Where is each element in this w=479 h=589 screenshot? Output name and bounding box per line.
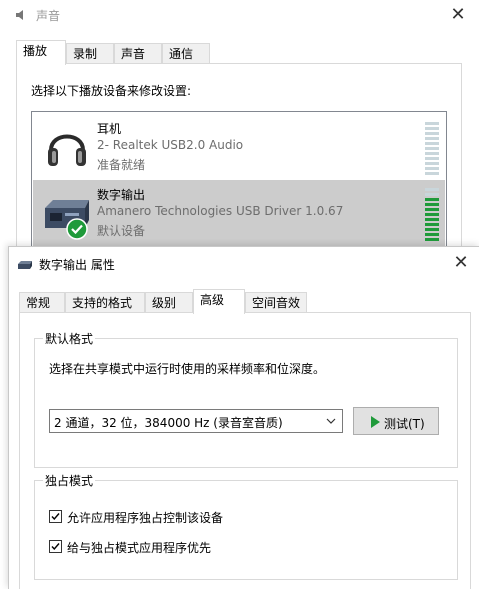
advanced-panel: 默认格式 选择在共享模式中运行时使用的采样频率和位深度。 2 通道，32 位，3… (19, 312, 471, 589)
device-item-digital-output[interactable]: 数字输出 Amanero Technologies USB Driver 1.0… (33, 180, 445, 246)
level-bar (425, 198, 439, 201)
allow-exclusive-control-label: 允许应用程序独占控制该设备 (67, 511, 224, 525)
headphones-icon (41, 120, 93, 172)
device-name: 数字输出 (97, 188, 146, 202)
sound-close-button[interactable]: ✕ (447, 4, 469, 26)
sound-window-title: 声音 (36, 9, 61, 23)
level-bar (425, 208, 439, 211)
exclusive-mode-legend: 独占模式 (43, 472, 96, 489)
exclusive-mode-group: 独占模式 允许应用程序独占控制该设备 给与独占模式应用程序优先 (34, 472, 458, 580)
level-bar (425, 228, 439, 231)
level-bar (425, 162, 439, 165)
level-bar (425, 188, 439, 191)
playback-instruction: 选择以下播放设备来修改设置: (31, 84, 192, 98)
level-bar (425, 157, 439, 160)
level-bar (425, 142, 439, 145)
level-meter (425, 122, 441, 178)
allow-exclusive-control-checkbox[interactable] (49, 510, 62, 523)
level-bar (425, 167, 439, 170)
device-status: 准备就绪 (97, 158, 146, 172)
level-bar (425, 152, 439, 155)
digital-output-small-icon (17, 259, 33, 269)
properties-dialog: 数字输出 属性 ✕ 常规 支持的格式 级别 高级 空间音效 默认格式 选择在共享… (8, 246, 479, 589)
level-bar (425, 147, 439, 150)
tab-communications[interactable]: 通信 (162, 43, 210, 63)
test-button[interactable]: 测试(T) (353, 407, 439, 435)
chevron-down-icon (326, 415, 336, 427)
tab-sounds[interactable]: 声音 (114, 43, 162, 63)
level-bar (425, 132, 439, 135)
speaker-icon (14, 8, 28, 22)
exclusive-priority-label: 给与独占模式应用程序优先 (67, 541, 212, 555)
test-button-label: 测试(T) (384, 417, 425, 431)
tab-spatial-sound[interactable]: 空间音效 (245, 292, 307, 312)
tab-recording[interactable]: 录制 (66, 43, 114, 63)
device-description: Amanero Technologies USB Driver 1.0.67 (97, 204, 344, 218)
device-status: 默认设备 (97, 224, 146, 238)
level-bar (425, 203, 439, 206)
properties-title: 数字输出 属性 (39, 258, 115, 272)
tab-levels[interactable]: 级别 (145, 292, 193, 312)
tab-advanced[interactable]: 高级 (193, 289, 245, 314)
level-bar (425, 193, 439, 196)
tab-general[interactable]: 常规 (19, 292, 65, 312)
default-format-legend: 默认格式 (43, 330, 96, 347)
device-name: 耳机 (97, 122, 122, 136)
level-bar (425, 127, 439, 130)
level-bar (425, 218, 439, 221)
tab-supported-formats[interactable]: 支持的格式 (65, 292, 145, 312)
level-bar (425, 238, 439, 241)
format-select[interactable]: 2 通道，32 位，384000 Hz (录音室音质) (49, 409, 343, 433)
tab-playback[interactable]: 播放 (16, 40, 66, 65)
device-description: 2- Realtek USB2.0 Audio (97, 138, 244, 152)
device-item-headphones[interactable]: 耳机 2- Realtek USB2.0 Audio 准备就绪 (33, 114, 445, 180)
level-meter (425, 188, 441, 244)
level-bar (425, 233, 439, 236)
exclusive-priority-checkbox[interactable] (49, 540, 62, 553)
level-bar (425, 223, 439, 226)
level-bar (425, 137, 439, 140)
properties-titlebar: 数字输出 属性 ✕ (9, 247, 479, 279)
level-bar (425, 172, 439, 175)
default-format-description: 选择在共享模式中运行时使用的采样频率和位深度。 (49, 362, 326, 376)
play-icon (370, 416, 380, 428)
level-bar (425, 122, 439, 125)
sound-titlebar: 声音 ✕ (0, 0, 479, 30)
default-check-icon (66, 218, 88, 240)
default-format-group: 默认格式 选择在共享模式中运行时使用的采样频率和位深度。 2 通道，32 位，3… (34, 330, 458, 468)
properties-close-button[interactable]: ✕ (450, 252, 472, 274)
format-select-value: 2 通道，32 位，384000 Hz (录音室音质) (54, 416, 283, 430)
level-bar (425, 213, 439, 216)
